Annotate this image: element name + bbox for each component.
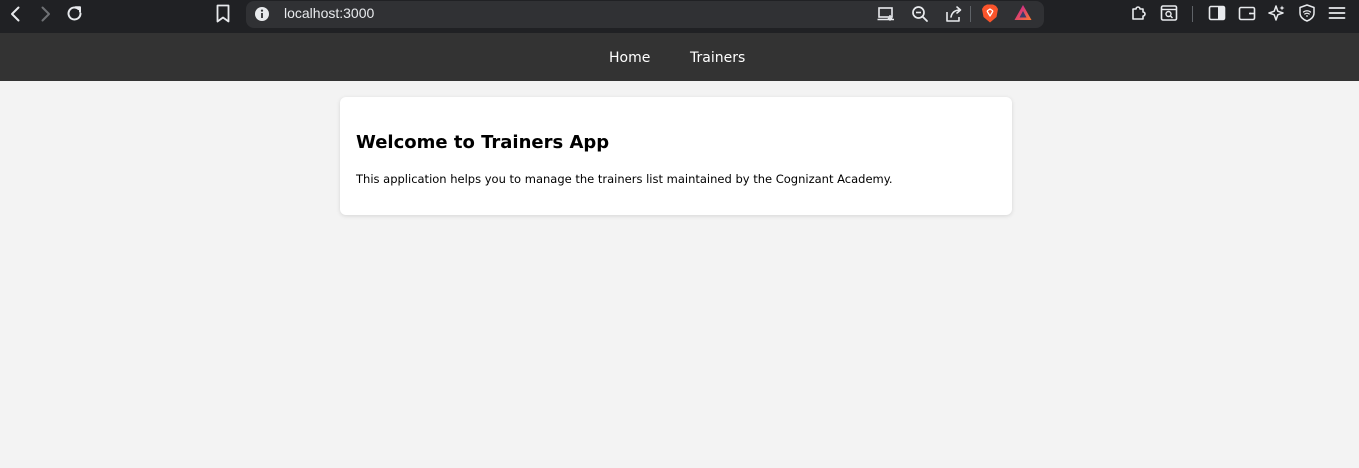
vpn-icon[interactable] [1297, 3, 1317, 23]
menu-icon[interactable] [1327, 3, 1347, 23]
forward-arrow-icon[interactable] [35, 4, 55, 24]
brave-rewards-icon[interactable] [1013, 3, 1033, 23]
toolbar-divider [970, 6, 971, 22]
zoom-out-icon[interactable] [910, 4, 930, 24]
welcome-card: Welcome to Trainers App This application… [340, 97, 1012, 215]
browser-toolbar: localhost:3000 [0, 0, 1359, 33]
leo-ai-icon[interactable] [1267, 3, 1287, 23]
nav-link-trainers[interactable]: Trainers [690, 49, 745, 67]
wallet-icon[interactable] [1237, 3, 1257, 23]
extensions-icon[interactable] [1129, 3, 1149, 23]
welcome-description: This application helps you to manage the… [356, 172, 893, 186]
sidebar-icon[interactable] [1207, 3, 1227, 23]
search-page-icon[interactable] [1159, 3, 1179, 23]
toolbar-divider [1192, 6, 1193, 22]
welcome-title: Welcome to Trainers App [356, 132, 610, 153]
app-navbar: Home Trainers [0, 33, 1359, 81]
install-app-icon[interactable] [876, 4, 896, 24]
info-icon[interactable] [254, 6, 270, 22]
reload-icon[interactable] [64, 3, 85, 24]
brave-shields-icon[interactable] [980, 3, 1000, 24]
back-arrow-icon[interactable] [6, 4, 26, 24]
share-icon[interactable] [943, 4, 965, 24]
nav-link-home[interactable]: Home [609, 49, 650, 67]
bookmark-icon[interactable] [214, 3, 232, 24]
url-text[interactable]: localhost:3000 [284, 5, 374, 22]
